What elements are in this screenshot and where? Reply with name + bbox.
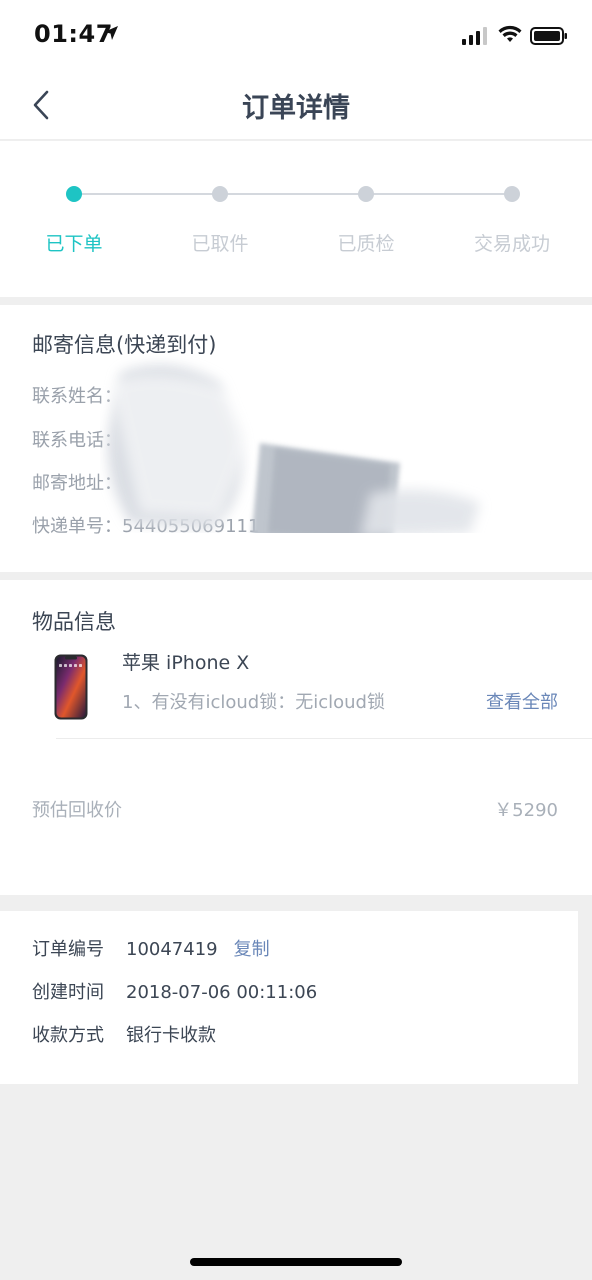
step-label-ordered: 已下单 xyxy=(45,233,103,255)
item-name: 苹果 iPhone X xyxy=(122,652,250,674)
order-number-label: 订单编号 xyxy=(32,939,104,960)
battery-icon xyxy=(530,27,567,45)
divider xyxy=(56,738,592,739)
step-label-completed: 交易成功 xyxy=(473,233,550,255)
redaction-scribble xyxy=(107,365,480,533)
order-number-row: 订单编号 10047419 复制 xyxy=(32,935,270,961)
iphone-x-product-image xyxy=(54,654,88,720)
payment-method-value: 银行卡收款 xyxy=(126,1025,216,1046)
payment-method-row: 收款方式 银行卡收款 xyxy=(32,1021,216,1047)
item-info-card: 物品信息 苹果 iPhone X 1、有没有icloud锁：无icloud锁 查… xyxy=(0,580,592,895)
estimated-price-value: ￥5290 xyxy=(494,800,558,821)
step-dot-ordered xyxy=(66,186,82,202)
view-all-link[interactable]: 查看全部 xyxy=(486,688,558,714)
status-bar: 01:47 xyxy=(0,0,592,70)
home-indicator[interactable] xyxy=(190,1258,402,1266)
order-info-card: 订单编号 10047419 复制 创建时间 2018-07-06 00:11:06 收… xyxy=(0,911,578,1084)
step-dot-picked-up xyxy=(212,186,228,202)
item-attribute: 1、有没有icloud锁：无icloud锁 xyxy=(122,692,385,713)
step-label-picked-up: 已取件 xyxy=(191,233,249,255)
page-title: 订单详情 xyxy=(242,93,350,124)
copy-button[interactable]: 复制 xyxy=(234,939,270,960)
step-dot-completed xyxy=(504,186,520,202)
created-time-value: 2018-07-06 00:11:06 xyxy=(126,982,318,1003)
estimated-price-label: 预估回收价 xyxy=(32,800,122,821)
item-info-title: 物品信息 xyxy=(32,610,116,634)
wifi-icon xyxy=(498,25,522,42)
location-arrow-icon xyxy=(104,26,118,40)
nav-bar: 订单详情 xyxy=(0,70,592,140)
payment-method-label: 收款方式 xyxy=(32,1025,104,1046)
order-progress-stepper: 已下单 已取件 已质检 交易成功 xyxy=(0,141,592,297)
step-dot-inspected xyxy=(358,186,374,202)
step-label-inspected: 已质检 xyxy=(337,233,395,255)
cellular-signal-icon xyxy=(462,27,487,45)
progress-track xyxy=(74,193,512,195)
order-number-value: 10047419 xyxy=(126,939,218,960)
created-time-label: 创建时间 xyxy=(32,982,104,1003)
shipping-info-card: 邮寄信息(快递到付) 联系姓名： 联系电话： 邮寄地址： 快递单号：544055… xyxy=(0,305,592,572)
created-time-row: 创建时间 2018-07-06 00:11:06 xyxy=(32,978,317,1004)
